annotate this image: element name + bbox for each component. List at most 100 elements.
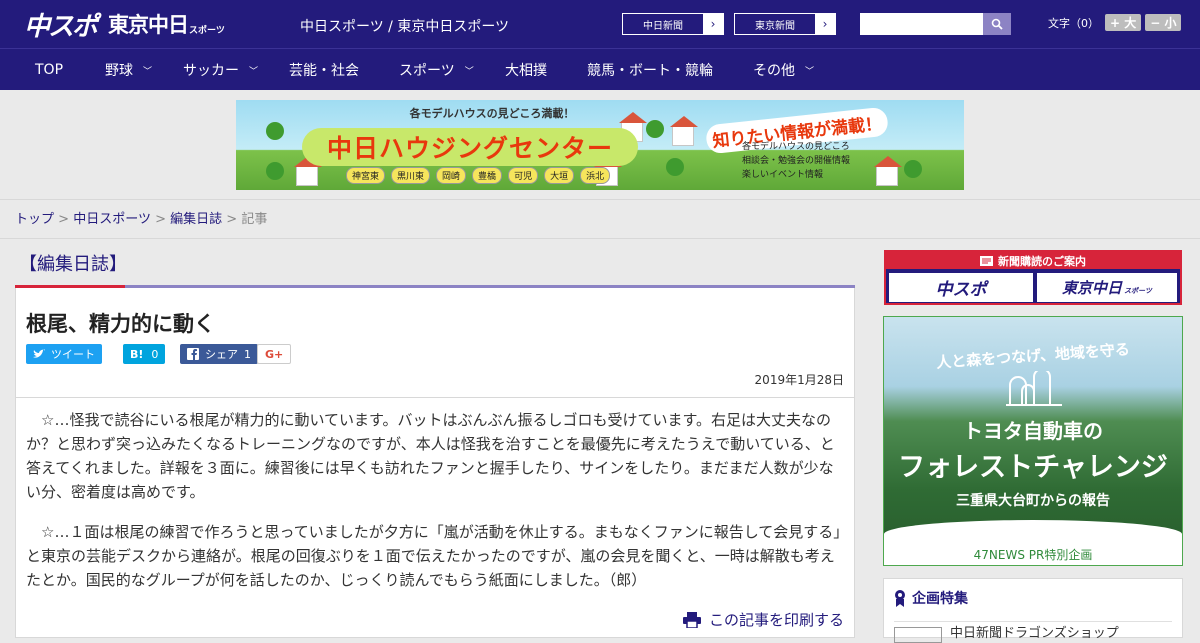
print-article-link[interactable]: この記事を印刷する: [682, 609, 844, 630]
logo-tokyo-chunichi: 東京中日: [108, 13, 189, 37]
google-plus-button[interactable]: G+: [257, 344, 292, 364]
site-name: 中日スポーツ / 東京中日スポーツ: [300, 19, 510, 35]
nav-item-label: その他: [753, 63, 795, 79]
printer-icon: [682, 611, 701, 628]
ad-town: 大垣: [544, 167, 575, 184]
chevron-right-icon: ›: [703, 14, 723, 34]
article-paragraph: ☆…１面は根尾の練習で作ろうと思っていましたが夕方に「嵐が活動を休止する。まもな…: [26, 523, 841, 589]
breadcrumb-link-top[interactable]: トップ: [15, 212, 54, 227]
nav-item-label: スポーツ: [399, 63, 455, 79]
google-plus-icon: G+: [265, 347, 284, 361]
ad-bullet: 各モデルハウスの見どころ: [742, 142, 850, 152]
hatena-icon: B!: [130, 347, 144, 361]
breadcrumb-link-editorial-diary[interactable]: 編集日誌: [170, 212, 222, 227]
nav-item-sports[interactable]: スポーツ ﹀: [399, 49, 474, 91]
tree-illustration: [646, 120, 664, 138]
housing-center-ad[interactable]: 各モデルハウスの見どころ満載！ 中日ハウジングセンター 知りたい情報が満載！ 各…: [236, 100, 964, 190]
facebook-count: 1: [244, 347, 251, 361]
tree-illustration: [266, 162, 284, 180]
link-tokyo-shimbun[interactable]: 東京新聞 ›: [734, 13, 836, 35]
breadcrumb-separator: >: [58, 212, 70, 227]
subscribe-chuspo-label: 中スポ: [935, 280, 987, 300]
chevron-down-icon: ﹀: [805, 66, 815, 77]
site-header: 中スポ 東京中日 スポーツ 中日スポーツ / 東京中日スポーツ 中日新聞 › 東…: [0, 0, 1200, 48]
nav-item-label: 芸能・社会: [289, 63, 359, 79]
ad-headline: 中日ハウジングセンター: [302, 128, 638, 166]
subscribe-tokyo-label: 東京中日: [1062, 279, 1123, 297]
breadcrumb-current: 記事: [241, 212, 268, 227]
hatena-bookmark-button[interactable]: B! 0: [123, 344, 166, 364]
logo-chuspo: 中スポ: [24, 11, 98, 42]
nav-item-label: 競馬・ボート・競輪: [587, 63, 713, 79]
feature-title: 企画特集: [912, 591, 968, 607]
house-illustration: [874, 156, 902, 186]
hatena-count: 0: [151, 347, 159, 361]
feature-item[interactable]: 中日新聞ドラゴンズショップ: [894, 621, 1172, 643]
article-paragraph: ☆…怪我で読谷にいる根尾が精力的に動いています。バットはぶんぶん振るしゴロも受け…: [26, 411, 835, 501]
font-smaller-button[interactable]: − 小: [1145, 14, 1182, 31]
ad-town: 浜北: [580, 167, 611, 184]
subscription-title: 新聞購読のご案内: [998, 254, 1086, 268]
ribbon-icon: [895, 590, 905, 607]
tree-illustration: [666, 158, 684, 176]
article-body: ☆…怪我で読谷にいる根尾が精力的に動いています。バットはぶんぶん振るしゴロも受け…: [15, 398, 855, 638]
ad-bullet: 相談会・勉強会の開催情報: [742, 156, 851, 166]
breadcrumb: トップ > 中日スポーツ > 編集日誌 > 記事: [15, 208, 267, 227]
facebook-icon: [187, 348, 199, 360]
tree-illustration: [266, 122, 284, 140]
breadcrumb-separator: >: [155, 212, 166, 227]
facebook-share-button[interactable]: シェア 1: [180, 344, 258, 364]
ad-town-list: 神宮東 黒川東 岡崎 豊橋 可児 大垣 浜北: [346, 167, 611, 184]
forest-challenge-ad[interactable]: 人と森をつなげ、地域を守る トヨタ自動車の フォレストチャレンジ 三重県大台町か…: [883, 316, 1183, 566]
search-form: [860, 13, 1011, 35]
print-label: この記事を印刷する: [708, 611, 844, 629]
nav-item-entertainment[interactable]: 芸能・社会: [289, 49, 359, 91]
nav-item-baseball[interactable]: 野球 ﹀: [105, 49, 152, 91]
search-icon: [991, 18, 1003, 30]
tree-illustration: [904, 160, 922, 178]
forest-ad-footer: 47NEWS PR特別企画: [973, 548, 1093, 562]
nav-item-racing[interactable]: 競馬・ボート・競輪: [587, 49, 713, 91]
facebook-label: シェア: [205, 348, 238, 361]
article-column: 【編集日誌】 根尾、精力的に動く ツイート B! 0 シェア 1 G+ 2019…: [15, 240, 855, 638]
feature-thumbnail: [894, 626, 942, 643]
article-header-card: 根尾、精力的に動く ツイート B! 0 シェア 1 G+ 2019年1月28日: [15, 288, 855, 398]
nav-item-other[interactable]: その他 ﹀: [753, 49, 814, 91]
nav-item-label: TOP: [35, 62, 64, 78]
house-illustration: [670, 116, 698, 146]
tweet-button[interactable]: ツイート: [26, 344, 102, 364]
nav-item-soccer[interactable]: サッカー ﹀: [183, 49, 258, 91]
chevron-down-icon: ﹀: [249, 66, 259, 77]
tree-logo-icon: [1006, 371, 1062, 406]
breadcrumb-link-chuspo[interactable]: 中日スポーツ: [73, 212, 151, 227]
font-larger-button[interactable]: + 大: [1105, 14, 1142, 31]
forest-ad-subtitle: 三重県大台町からの報告: [956, 493, 1110, 509]
logo-sports: スポーツ: [189, 25, 225, 36]
search-button[interactable]: [983, 13, 1011, 35]
ad-town: 可児: [508, 167, 539, 184]
search-input[interactable]: [860, 13, 983, 35]
chevron-down-icon: ﹀: [143, 66, 153, 77]
twitter-icon: [33, 349, 45, 358]
font-size-control: 文字（0） + 大 − 小: [1048, 14, 1182, 31]
link-label: 中日新聞: [643, 20, 683, 32]
subscribe-sports-label: スポーツ: [1124, 286, 1152, 295]
font-size-label: 文字（0）: [1048, 16, 1099, 30]
ad-town: 黒川東: [391, 167, 431, 184]
nav-item-sumo[interactable]: 大相撲: [505, 49, 547, 91]
subscription-header: 新聞購読のご案内: [886, 252, 1180, 269]
feature-item-label: 中日新聞ドラゴンズショップ: [950, 626, 1119, 641]
newspaper-icon: [980, 255, 993, 266]
chevron-right-icon: ›: [815, 14, 835, 34]
ad-town: 豊橋: [472, 167, 503, 184]
site-logo[interactable]: 中スポ 東京中日 スポーツ: [24, 6, 225, 42]
tweet-label: ツイート: [51, 348, 95, 361]
subscribe-chuspo-button[interactable]: 中スポ: [889, 273, 1033, 302]
article-date: 2019年1月28日: [754, 373, 844, 387]
link-chunichi-shimbun[interactable]: 中日新聞 ›: [622, 13, 724, 35]
chevron-down-icon: ﹀: [464, 66, 474, 77]
ad-bullet-list: 各モデルハウスの見どころ 相談会・勉強会の開催情報 楽しいイベント情報: [742, 140, 850, 182]
nav-item-top[interactable]: TOP: [35, 49, 63, 91]
nav-item-label: サッカー: [183, 63, 239, 79]
subscribe-tokyo-chunichi-button[interactable]: 東京中日 スポーツ: [1037, 273, 1177, 302]
